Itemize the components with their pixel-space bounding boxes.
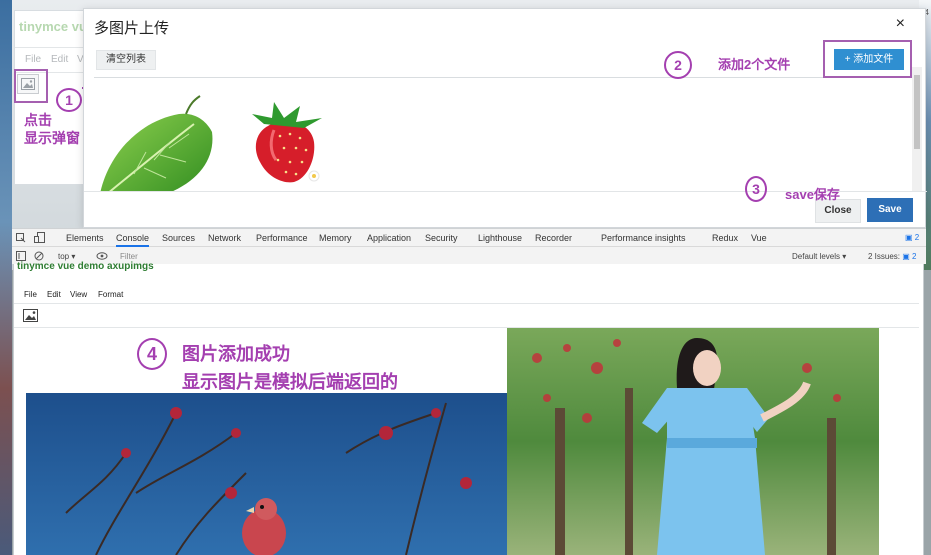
leaf-image[interactable] <box>94 92 216 191</box>
console-filter-input[interactable]: Filter <box>120 252 138 261</box>
step2-circle: 2 <box>664 51 692 79</box>
dialog-title: 多图片上传 <box>94 20 170 37</box>
tab-lighthouse[interactable]: Lighthouse <box>478 233 522 243</box>
step1-text-line2: 显示弹窗 <box>24 130 80 146</box>
sidebar-toggle-icon[interactable] <box>16 251 26 261</box>
step1-text-line1: 点击 <box>24 112 52 128</box>
file-list <box>94 78 912 191</box>
tab-console[interactable]: Console <box>116 233 150 247</box>
result-toolbar <box>14 304 919 328</box>
menu-file[interactable]: File <box>25 54 41 65</box>
context-value: top <box>58 252 70 261</box>
result-menubar: File Edit View Format <box>14 282 919 304</box>
step4-circle: 4 <box>137 338 167 370</box>
tab-elements[interactable]: Elements <box>66 233 104 243</box>
tab-memory[interactable]: Memory <box>319 233 352 243</box>
bird-photo[interactable] <box>26 393 508 555</box>
tab-performance-insights[interactable]: Performance insights <box>601 233 686 243</box>
menu-edit[interactable]: Edit <box>47 290 61 299</box>
menu-file[interactable]: File <box>24 290 37 299</box>
inspect-element-icon[interactable] <box>16 233 26 243</box>
eye-icon[interactable] <box>96 251 108 261</box>
menu-edit[interactable]: Edit <box>51 54 68 65</box>
devtools-panel: Elements Console Sources Network Perform… <box>12 228 926 264</box>
tab-redux[interactable]: Redux <box>712 233 738 243</box>
step4-text-line1: 图片添加成功 <box>182 344 290 364</box>
background-left-strip <box>0 0 12 555</box>
save-button[interactable]: Save <box>867 198 913 222</box>
dialog-close-icon[interactable]: × <box>896 15 905 33</box>
issues-badge-count: 2 <box>914 233 920 242</box>
clear-console-icon[interactable] <box>34 251 44 261</box>
menu-format[interactable]: Format <box>98 290 123 299</box>
highlight-box-image-button <box>14 69 48 103</box>
tab-network[interactable]: Network <box>208 233 241 243</box>
result-editor-title: tinymce vue demo axupimgs <box>17 261 154 272</box>
strawberry-image[interactable] <box>244 96 336 188</box>
issues-count: ▣ 2 <box>902 252 917 261</box>
issues-counter[interactable]: 2 Issues: ▣ 2 <box>868 252 916 261</box>
devtools-tabs: Elements Console Sources Network Perform… <box>12 229 926 247</box>
step3-circle: 3 <box>745 176 767 202</box>
tab-performance[interactable]: Performance <box>256 233 308 243</box>
log-levels-value: Default levels <box>792 252 841 261</box>
issues-text: 2 Issues: <box>868 252 901 261</box>
image-icon[interactable] <box>23 309 38 322</box>
step2-text: 添加2个文件 <box>718 57 791 72</box>
tab-security[interactable]: Security <box>425 233 458 243</box>
menu-view[interactable]: View <box>70 290 87 299</box>
issues-badge[interactable]: ▣ 2 <box>905 233 919 242</box>
context-selector[interactable]: top ▾ <box>58 252 75 261</box>
file-list-scrollbar[interactable] <box>912 67 922 191</box>
log-levels-select[interactable]: Default levels ▾ <box>792 252 846 261</box>
step1-circle: 1 <box>56 88 82 112</box>
add-file-button[interactable]: + 添加文件 <box>834 49 904 70</box>
device-toolbar-icon[interactable] <box>34 232 46 243</box>
step4-text-line2: 显示图片是模拟后端返回的 <box>182 372 398 392</box>
scrollbar-thumb[interactable] <box>914 75 920 149</box>
clear-list-button[interactable]: 清空列表 <box>96 50 156 70</box>
step3-text: save保存 <box>785 187 840 202</box>
girl-photo[interactable] <box>507 328 879 555</box>
result-editor: tinymce vue demo axupimgs File Edit View… <box>13 261 924 555</box>
tab-recorder[interactable]: Recorder <box>535 233 572 243</box>
tab-vue[interactable]: Vue <box>751 233 767 243</box>
tab-application[interactable]: Application <box>367 233 411 243</box>
tab-sources[interactable]: Sources <box>162 233 195 243</box>
